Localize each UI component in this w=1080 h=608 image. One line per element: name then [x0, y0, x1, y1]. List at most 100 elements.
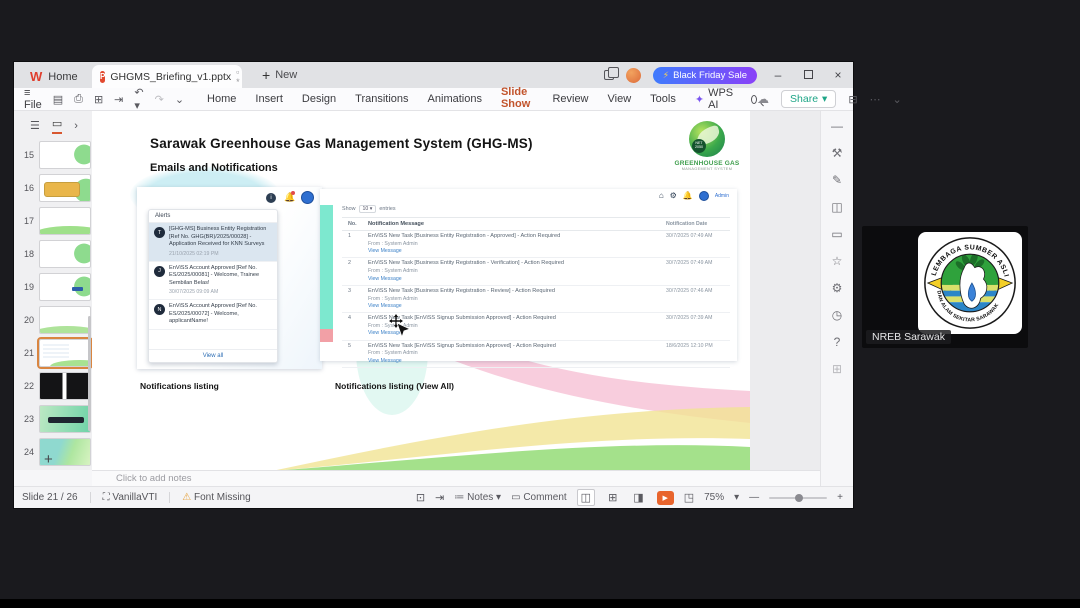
cell-date: 30/7/2025 07:46 AM — [666, 287, 713, 294]
cell-date: 30/7/2025 07:39 AM — [666, 315, 713, 322]
slideshow-play-button[interactable]: ▶ — [656, 490, 674, 505]
account-avatar[interactable] — [625, 67, 641, 83]
zoom-out-button[interactable]: — — [749, 492, 759, 503]
alert-text: EnViSS Account Approved [Ref No. ES/2025… — [169, 265, 272, 297]
slide-thumbnail-17[interactable]: 17 — [14, 204, 92, 237]
rail-apps-icon[interactable]: ⊞ — [832, 362, 842, 376]
zoom-slider-knob[interactable] — [795, 493, 804, 502]
participant-name-label: NREB Sarawak — [866, 330, 951, 344]
theme-button[interactable]: ⛶ VanillaVTI — [103, 492, 158, 503]
slide-view-icon[interactable]: ▭ — [51, 117, 63, 134]
rail-help-icon[interactable]: ? — [834, 335, 841, 349]
zoom-level[interactable]: 75% — [704, 492, 724, 503]
notes-toggle[interactable]: ≔ Notes ▾ — [454, 492, 501, 503]
slide-thumb-image[interactable] — [39, 173, 91, 202]
slide-thumbnail-15[interactable]: 15 — [14, 138, 92, 171]
cell-message: EnViSS New Task [Business Entity Registr… — [368, 233, 666, 255]
menu-item-tools[interactable]: Tools — [649, 90, 677, 108]
slide-thumbnail-18[interactable]: 18 — [14, 237, 92, 270]
participant-tile[interactable]: LEMBAGA SUMBER ASLI DAN ALAM SEKITAR SAR… — [862, 226, 1028, 348]
panel-collapse-icon[interactable]: › — [74, 120, 78, 132]
file-menu[interactable]: ≡ File — [24, 87, 42, 111]
notes-bar[interactable]: Click to add notes — [92, 470, 820, 486]
maximize-button[interactable] — [799, 68, 817, 82]
task-window-icon[interactable]: ⊡ — [416, 491, 425, 504]
rail-shapes-icon[interactable]: ◫ — [831, 200, 842, 214]
sparkle-icon: ✦ — [694, 93, 705, 106]
alert-avatar: T — [154, 227, 165, 238]
collapse-ribbon-icon[interactable]: ⌄ — [893, 93, 902, 106]
menu-item-wps-ai[interactable]: ✦ WPS AI — [694, 84, 734, 114]
user-avatar-icon — [698, 191, 709, 201]
rail-comment-icon[interactable]: ▭ — [831, 227, 842, 241]
close-button[interactable]: × — [829, 68, 847, 82]
menu-item-animations[interactable]: Animations — [427, 90, 483, 108]
normal-view-button[interactable]: ◫ — [576, 489, 596, 506]
handout-icon[interactable]: ⇥ — [435, 491, 444, 504]
rail-design-icon[interactable]: ✎ — [832, 173, 842, 187]
export-icon[interactable]: ⇥ — [114, 93, 123, 106]
slide-thumbnail-16[interactable]: 16 — [14, 171, 92, 204]
slide-thumbnail-23[interactable]: 23 — [14, 402, 92, 435]
tab-home[interactable]: W Home — [20, 65, 88, 88]
slide-thumbnail-21-selected[interactable]: 21 — [14, 336, 92, 369]
redo-icon[interactable]: ↷ — [155, 93, 164, 106]
sidebar-toggle-icon[interactable]: ⊟ — [848, 93, 857, 106]
slide-thumbnail-20[interactable]: 20 — [14, 303, 92, 336]
outline-view-icon[interactable]: ☰ — [30, 119, 40, 132]
rail-settings-icon[interactable]: ⚙ — [832, 281, 843, 295]
window-layout-icon[interactable] — [603, 67, 619, 80]
rail-star-icon[interactable]: ☆ — [832, 254, 843, 268]
menu-item-home[interactable]: Home — [206, 90, 237, 108]
slide-thumb-image[interactable] — [39, 305, 91, 334]
slide-thumb-image[interactable] — [39, 140, 91, 169]
zoom-dropdown-icon[interactable]: ▾ — [734, 492, 739, 503]
undo-icon[interactable]: ↶ ▾ — [134, 86, 143, 112]
font-missing-warning[interactable]: ⚠ Font Missing — [182, 492, 250, 503]
panel-scrollbar[interactable] — [88, 316, 91, 431]
plus-icon: + — [262, 67, 271, 83]
black-friday-button[interactable]: ⚡ Black Friday Sale — [652, 66, 757, 84]
search-icon[interactable] — [751, 94, 758, 104]
print-preview-icon[interactable]: ⊞ — [94, 93, 103, 106]
fit-slide-icon[interactable]: ◳ — [684, 491, 694, 504]
menu-toolbar: ≡ File ▤ ⎙ ⊞ ⇥ ↶ ▾ ↷ ⌄ Home Insert Desig… — [14, 86, 902, 115]
slide-sorter-button[interactable]: ⊞ — [605, 490, 620, 505]
alert-date: 21/10/2025 02:19 PM — [169, 250, 219, 257]
rail-history-icon[interactable]: ◷ — [832, 308, 842, 322]
rail-tools-icon[interactable]: ⚒ — [832, 146, 843, 160]
menu-item-design[interactable]: Design — [301, 90, 337, 108]
slide-thumb-image[interactable] — [39, 272, 91, 301]
slide-thumb-image[interactable] — [39, 404, 91, 433]
wps-logo-icon: W — [30, 69, 43, 84]
notes-placeholder: Click to add notes — [116, 473, 192, 484]
slide-canvas[interactable]: Sarawak Greenhouse Gas Management System… — [92, 111, 750, 470]
rail-collapse-icon[interactable]: — — [831, 119, 843, 133]
menu-item-review[interactable]: Review — [551, 90, 589, 108]
slide-thumbnail-22[interactable]: 22 — [14, 369, 92, 402]
slide-thumb-image[interactable] — [39, 206, 91, 235]
zoom-slider[interactable] — [769, 493, 828, 502]
comment-button[interactable]: ▭ Comment — [511, 492, 567, 503]
status-bar: Slide 21 / 26 ⛶ VanillaVTI ⚠ Font Missin… — [14, 486, 853, 508]
letterbox-strip — [0, 599, 1080, 608]
quickbar-more-icon[interactable]: ⌄ — [175, 93, 184, 106]
reading-view-button[interactable]: ◨ — [630, 490, 646, 505]
share-button[interactable]: Share ▾ — [781, 90, 837, 108]
minimize-button[interactable]: – — [769, 68, 787, 82]
more-icon[interactable]: ⋯ — [870, 93, 881, 106]
slide-thumb-image[interactable] — [37, 336, 92, 369]
gear-icon: ⚙ — [669, 191, 677, 200]
menu-item-view[interactable]: View — [607, 90, 633, 108]
print-icon[interactable]: ⎙ — [74, 93, 83, 106]
slide-thumbnail-24[interactable]: 24 — [14, 435, 92, 468]
slide-thumb-image[interactable] — [39, 239, 91, 268]
menu-item-insert[interactable]: Insert — [254, 90, 284, 108]
zoom-in-button[interactable]: + — [837, 492, 843, 503]
slide-thumbnail-19[interactable]: 19 — [14, 270, 92, 303]
save-icon[interactable]: ▤ — [53, 93, 63, 106]
maximize-icon — [803, 70, 813, 79]
menu-item-transitions[interactable]: Transitions — [354, 90, 409, 108]
slide-thumb-image[interactable] — [39, 371, 91, 400]
add-slide-button[interactable]: + — [44, 451, 53, 468]
